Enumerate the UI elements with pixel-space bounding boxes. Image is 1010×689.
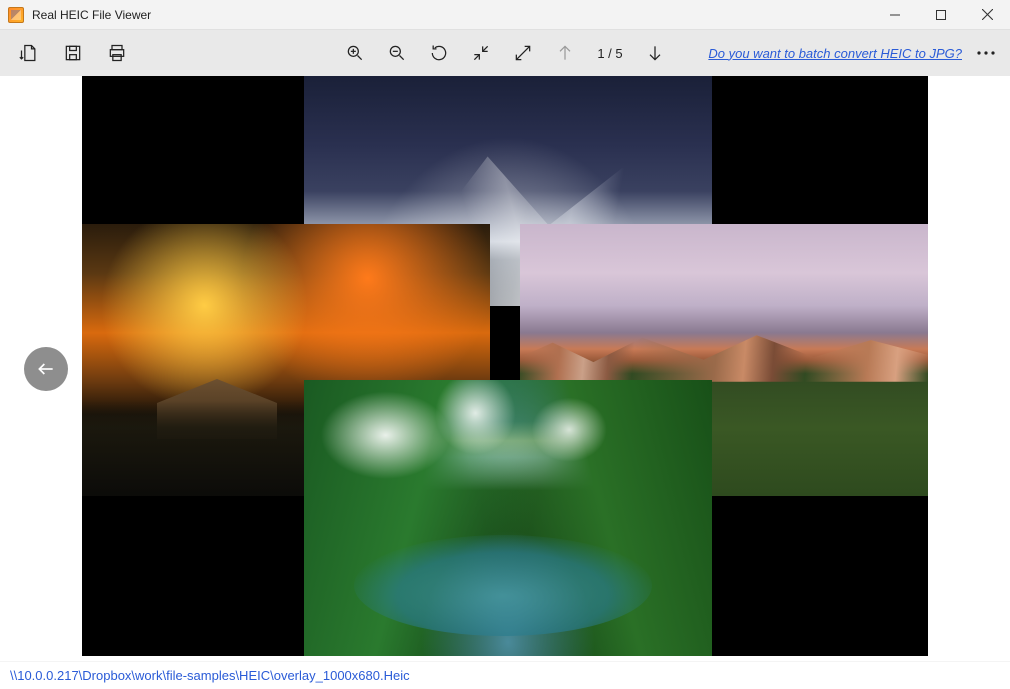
close-button[interactable] <box>964 0 1010 30</box>
fit-screen-button[interactable] <box>464 36 498 70</box>
window-title: Real HEIC File Viewer <box>32 8 151 22</box>
rotate-button[interactable] <box>422 36 456 70</box>
image-canvas[interactable] <box>82 76 928 656</box>
file-path: \\10.0.0.217\Dropbox\work\file-samples\H… <box>10 668 410 683</box>
zoom-in-button[interactable] <box>338 36 372 70</box>
minimize-icon <box>890 10 900 20</box>
minimize-button[interactable] <box>872 0 918 30</box>
viewer-area <box>0 76 1010 661</box>
more-icon <box>977 51 995 55</box>
maximize-icon <box>936 10 946 20</box>
open-file-icon <box>19 43 39 63</box>
maximize-button[interactable] <box>918 0 964 30</box>
fullscreen-button[interactable] <box>506 36 540 70</box>
close-icon <box>982 9 993 20</box>
save-icon <box>63 43 83 63</box>
page-up-button[interactable] <box>548 36 582 70</box>
convert-heic-link[interactable]: Do you want to batch convert HEIC to JPG… <box>708 46 962 61</box>
previous-image-button[interactable] <box>24 347 68 391</box>
print-button[interactable] <box>100 36 134 70</box>
more-menu-button[interactable] <box>972 39 1000 67</box>
fit-screen-icon <box>471 43 491 63</box>
open-file-button[interactable] <box>12 36 46 70</box>
zoom-out-button[interactable] <box>380 36 414 70</box>
arrow-down-icon <box>645 43 665 63</box>
app-icon <box>8 7 24 23</box>
statusbar: \\10.0.0.217\Dropbox\work\file-samples\H… <box>0 661 1010 689</box>
toolbar: 1 / 5 Do you want to batch convert HEIC … <box>0 30 1010 76</box>
page-down-button[interactable] <box>638 36 672 70</box>
print-icon <box>107 43 127 63</box>
image-tile <box>304 380 712 656</box>
zoom-out-icon <box>387 43 407 63</box>
save-button[interactable] <box>56 36 90 70</box>
rotate-icon <box>429 43 449 63</box>
page-indicator: 1 / 5 <box>590 46 630 61</box>
titlebar: Real HEIC File Viewer <box>0 0 1010 30</box>
zoom-in-icon <box>345 43 365 63</box>
arrow-up-icon <box>555 43 575 63</box>
arrow-left-icon <box>36 359 56 379</box>
fullscreen-icon <box>513 43 533 63</box>
